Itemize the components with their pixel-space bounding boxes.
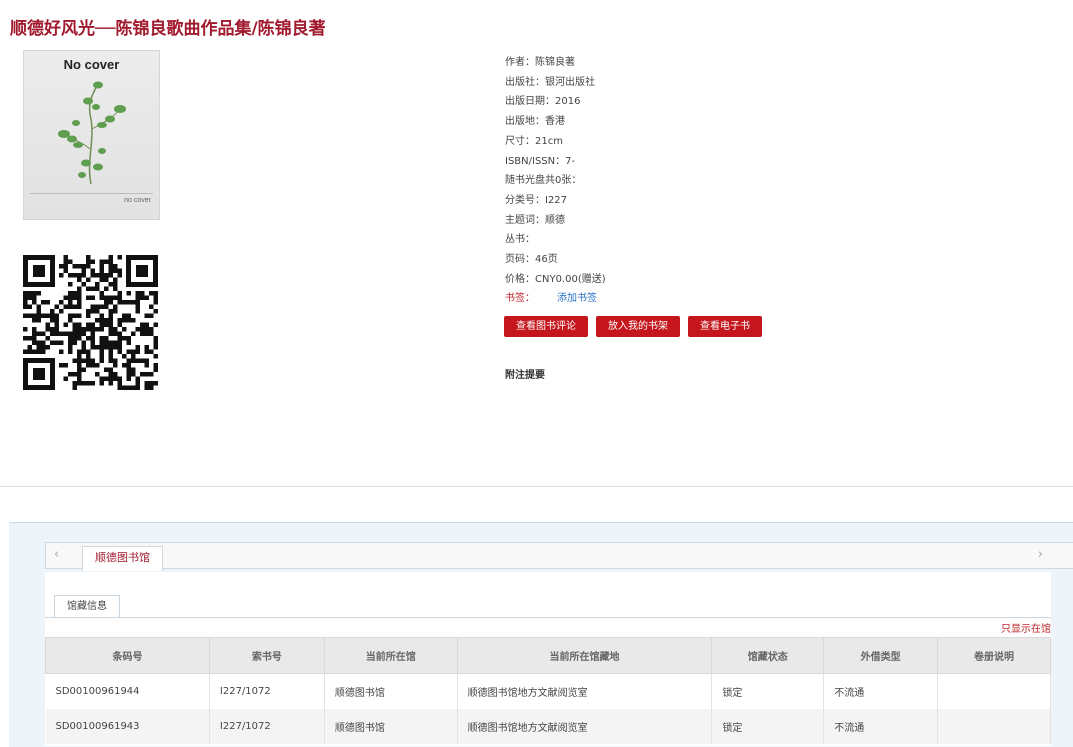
series-field: 丛书： <box>505 234 535 246</box>
pub-date-field: 出版日期：2016 <box>505 96 581 108</box>
cover-text: No cover <box>63 57 120 72</box>
column-header: 卷册说明 <box>937 637 1051 674</box>
library-cell: 顺德图书馆 <box>324 709 458 744</box>
view-review-button[interactable]: 查看图书评论 <box>504 316 588 337</box>
divider <box>0 486 1073 487</box>
barcode-cell: SD00100961943 <box>45 709 210 744</box>
table-row: SD00100961943 I227/1072 顺德图书馆 顺德图书馆地方文献阅… <box>45 709 1051 744</box>
subtab-divider <box>45 617 1051 618</box>
chevron-right-icon[interactable]: › <box>1038 547 1043 562</box>
location-cell: 顺德图书馆地方文献阅览室 <box>457 709 713 744</box>
tab-shunde-library[interactable]: 顺德图书馆 <box>82 546 163 571</box>
publisher-field: 出版社：银河出版社 <box>505 76 595 88</box>
library-cell: 顺德图书馆 <box>324 673 458 709</box>
column-header: 索书号 <box>208 637 325 674</box>
class-no-field: 分类号：I227 <box>505 194 568 206</box>
table-row: SD00100961944 I227/1072 顺德图书馆 顺德图书馆地方文献阅… <box>45 673 1051 709</box>
location-cell: 顺德图书馆地方文献阅览室 <box>457 673 713 709</box>
call-number-cell: I227/1072 <box>209 673 325 709</box>
library-tab-bar: ‹ 顺德图书馆 › <box>45 542 1073 571</box>
pages-field: 页码：46页 <box>505 254 558 266</box>
pub-place-field: 出版地：香港 <box>505 116 565 128</box>
isbn-field: ISBN/ISSN：7- <box>505 155 576 167</box>
book-cover-image: No cover no cover <box>23 50 160 220</box>
column-header: 馆藏状态 <box>711 637 825 674</box>
view-ebook-button[interactable]: 查看电子书 <box>688 316 762 337</box>
column-header: 外借类型 <box>823 637 939 674</box>
page-title: 顺德好风光──陈锦良歌曲作品集/陈锦良著 <box>10 19 326 39</box>
volume-note-cell <box>937 673 1051 709</box>
subject-field: 主题词：顺德 <box>505 214 565 226</box>
book-info: 作者：陈锦良著 出版社：银河出版社 出版日期：2016 出版地：香港 尺寸：21… <box>505 53 606 309</box>
add-to-shelf-button[interactable]: 放入我的书架 <box>596 316 680 337</box>
add-tag-link[interactable]: 添加书签 <box>557 293 597 304</box>
column-header: 条码号 <box>45 637 210 674</box>
action-buttons: 查看图书评论 放入我的书架 查看电子书 <box>504 316 762 337</box>
volume-note-cell <box>937 709 1051 744</box>
barcode-cell: SD00100961944 <box>45 673 210 709</box>
status-cell: 锁定 <box>711 673 825 709</box>
holdings-table: 条码号 索书号 当前所在馆 当前所在馆藏地 馆藏状态 外借类型 卷册说明 SD0… <box>45 637 1051 744</box>
call-number-cell: I227/1072 <box>209 709 325 744</box>
loan-type-cell: 不流通 <box>823 709 939 744</box>
plant-illustration <box>58 81 126 185</box>
author-field: 作者：陈锦良著 <box>505 57 575 68</box>
cd-field: 随书光盘共0张： <box>505 175 582 187</box>
tag-row: 书签： 添加书签 <box>505 289 606 309</box>
tag-label: 书签： <box>505 293 535 305</box>
remark-heading: 附注提要 <box>505 370 545 381</box>
size-field: 尺寸：21cm <box>505 135 563 147</box>
column-header: 当前所在馆藏地 <box>456 637 713 674</box>
price-field: 价格：CNY0.00(赠送) <box>505 273 606 285</box>
chevron-left-icon[interactable]: ‹ <box>54 547 59 562</box>
table-header-row: 条码号 索书号 当前所在馆 当前所在馆藏地 馆藏状态 外借类型 卷册说明 <box>45 637 1051 674</box>
qr-code <box>23 255 158 390</box>
status-cell: 锁定 <box>711 709 825 744</box>
only-show-available-link[interactable]: 只显示在馆 <box>1001 620 1051 635</box>
cover-small-text: no cover <box>124 197 151 204</box>
loan-type-cell: 不流通 <box>823 673 939 709</box>
tab-holdings-info[interactable]: 馆藏信息 <box>54 595 120 618</box>
column-header: 当前所在馆 <box>323 637 458 674</box>
